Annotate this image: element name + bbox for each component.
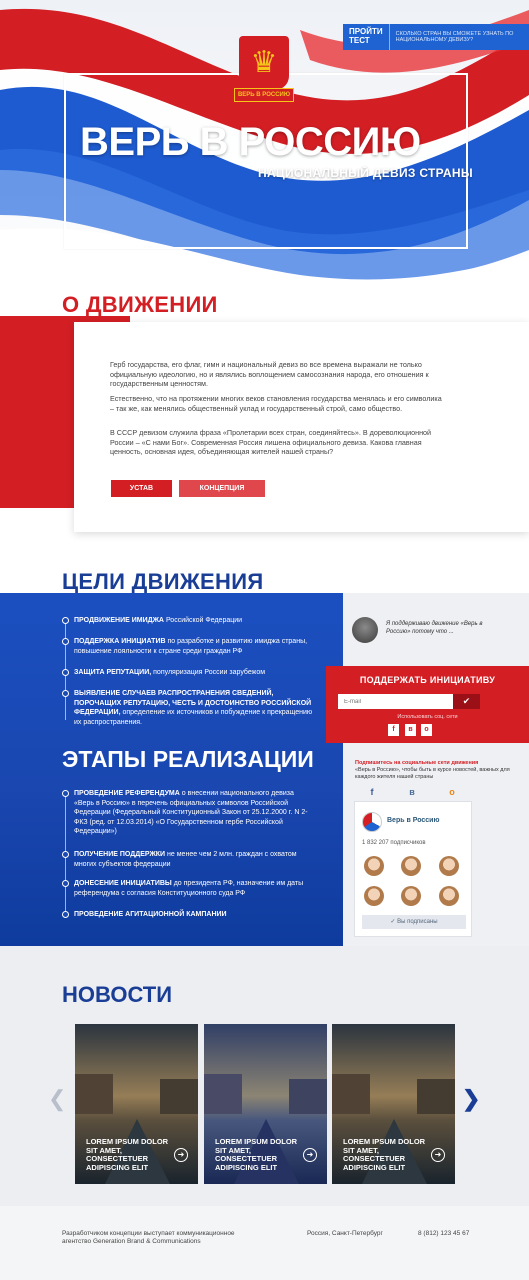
charter-button[interactable]: УСТАВ <box>111 480 172 497</box>
stage-item: ПРОВЕДЕНИЕ АГИТАЦИОННОЙ КАМПАНИИ <box>74 911 227 918</box>
coat-of-arms-icon: ♛ ВЕРЬ В РОССИЮ <box>234 36 294 104</box>
timeline-dot <box>62 790 69 797</box>
take-test-button[interactable]: ПРОЙТИ ТЕСТ <box>343 24 390 50</box>
chevron-right-icon[interactable]: ❯ <box>462 1086 480 1112</box>
vk-group-name[interactable]: Верь в Россию <box>387 817 439 824</box>
email-field[interactable] <box>338 694 453 709</box>
hero-title: ВЕРЬ В РОССИЮ <box>80 120 421 164</box>
news-card[interactable]: LOREM IPSUM DOLOR SIT AMET, CONSECTETUER… <box>332 1024 455 1184</box>
about-paragraph: В СССР девизом служила фраза «Пролетарии… <box>110 428 432 457</box>
goal-item: ПОДДЕРЖКА ИНИЦИАТИВ по разработке и разв… <box>74 638 308 655</box>
stages-title: ЭТАПЫ РЕАЛИЗАЦИИ <box>62 746 314 772</box>
vk-icon[interactable]: в <box>405 724 416 736</box>
facebook-icon[interactable]: f <box>388 724 399 736</box>
avatar <box>439 856 459 876</box>
stage-item: ПОЛУЧЕНИЕ ПОДДЕРЖКИ не менее чем 2 млн. … <box>74 851 297 868</box>
timeline-dot <box>62 690 69 697</box>
timeline-dot <box>62 911 69 918</box>
news-caption: LOREM IPSUM DOLOR SIT AMET, CONSECTETUER… <box>343 1137 426 1172</box>
about-title: О ДВИЖЕНИИ <box>62 292 218 317</box>
avatar <box>364 856 384 876</box>
footer-developer: Разработчиком концепции выступает коммун… <box>62 1230 235 1245</box>
support-initiative-box: ПОДДЕРЖАТЬ ИНИЦИАТИВУ ✔ Использовать соц… <box>326 666 529 743</box>
stage-item: ДОНЕСЕНИЕ ИНИЦИАТИВЫ до президента РФ, н… <box>74 880 304 897</box>
support-title: ПОДДЕРЖАТЬ ИНИЦИАТИВУ <box>359 675 496 685</box>
stage-item: ПРОВЕДЕНИЕ РЕФЕРЕНДУМА о внесении национ… <box>74 790 308 836</box>
footer-phone[interactable]: 8 (812) 123 45 67 <box>418 1230 469 1238</box>
goal-item: ПРОДВИЖЕНИЕ ИМИДЖА Российской Федерации <box>74 617 243 624</box>
odnoklassniki-icon[interactable]: о <box>421 724 432 736</box>
avatar <box>362 812 382 832</box>
concept-button[interactable]: КОНЦЕПЦИЯ <box>179 480 265 497</box>
subscribed-button[interactable]: ✓ Вы подписаны <box>362 915 466 929</box>
footer-city: Россия, Санкт-Петербург <box>307 1230 383 1237</box>
about-paragraph: Естественно, что на протяжении многих ве… <box>110 394 442 413</box>
news-caption: LOREM IPSUM DOLOR SIT AMET, CONSECTETUER… <box>86 1137 169 1172</box>
subscribe-hint: Подпишитесь на социальные сети движения «… <box>355 760 510 780</box>
take-test-description: Сколько стран вы сможете узнать по нацио… <box>395 30 514 44</box>
facebook-icon[interactable]: f <box>366 786 378 798</box>
news-card[interactable]: LOREM IPSUM DOLOR SIT AMET, CONSECTETUER… <box>204 1024 327 1184</box>
news-title: НОВОСТИ <box>62 982 173 1007</box>
timeline-dot <box>62 880 69 887</box>
emblem-ribbon: ВЕРЬ В РОССИЮ <box>234 88 294 102</box>
avatar <box>352 617 378 643</box>
about-card: Герб государства, его флаг, гимн и нацио… <box>74 322 529 532</box>
avatar <box>439 886 459 906</box>
avatar <box>364 886 384 906</box>
odnoklassniki-icon[interactable]: о <box>446 786 458 798</box>
vk-subscriber-count: 1 832 207 подписчиков <box>362 840 426 846</box>
arrow-right-icon[interactable]: ➜ <box>303 1148 317 1162</box>
social-login-hint: Использовать соц. сети <box>397 714 458 720</box>
timeline-dot <box>62 669 69 676</box>
goals-title: ЦЕЛИ ДВИЖЕНИЯ <box>62 569 264 594</box>
avatar <box>401 886 421 906</box>
hero-subtitle: НАЦИОНАЛЬНЫЙ ДЕВИЗ СТРАНЫ <box>258 166 473 180</box>
supporter-quote: Я поддерживаю движение «Верь в Россию» п… <box>386 621 483 635</box>
goal-item: ЗАЩИТА РЕПУТАЦИИ, популяризация России з… <box>74 669 266 676</box>
check-icon[interactable]: ✔ <box>453 694 480 709</box>
timeline-dot <box>62 638 69 645</box>
timeline-dot <box>62 617 69 624</box>
arrow-right-icon[interactable]: ➜ <box>431 1148 445 1162</box>
timeline-dot <box>62 851 69 858</box>
arrow-right-icon[interactable]: ➜ <box>174 1148 188 1162</box>
chevron-left-icon[interactable]: ❮ <box>48 1086 66 1112</box>
about-paragraph: Герб государства, его флаг, гимн и нацио… <box>110 360 429 389</box>
news-caption: LOREM IPSUM DOLOR SIT AMET, CONSECTETUER… <box>215 1137 298 1172</box>
vk-icon[interactable]: в <box>406 786 418 798</box>
avatar <box>401 856 421 876</box>
news-card[interactable]: LOREM IPSUM DOLOR SIT AMET, CONSECTETUER… <box>75 1024 198 1184</box>
take-test-widget[interactable]: ПРОЙТИ ТЕСТ Сколько стран вы сможете узн… <box>343 24 529 50</box>
goal-item: ВЫЯВЛЕНИЕ СЛУЧАЕВ РАСПРОСТРАНЕНИЯ СВЕДЕН… <box>74 690 313 726</box>
vk-group-widget: Верь в Россию 1 832 207 подписчиков ✓ Вы… <box>354 801 472 937</box>
